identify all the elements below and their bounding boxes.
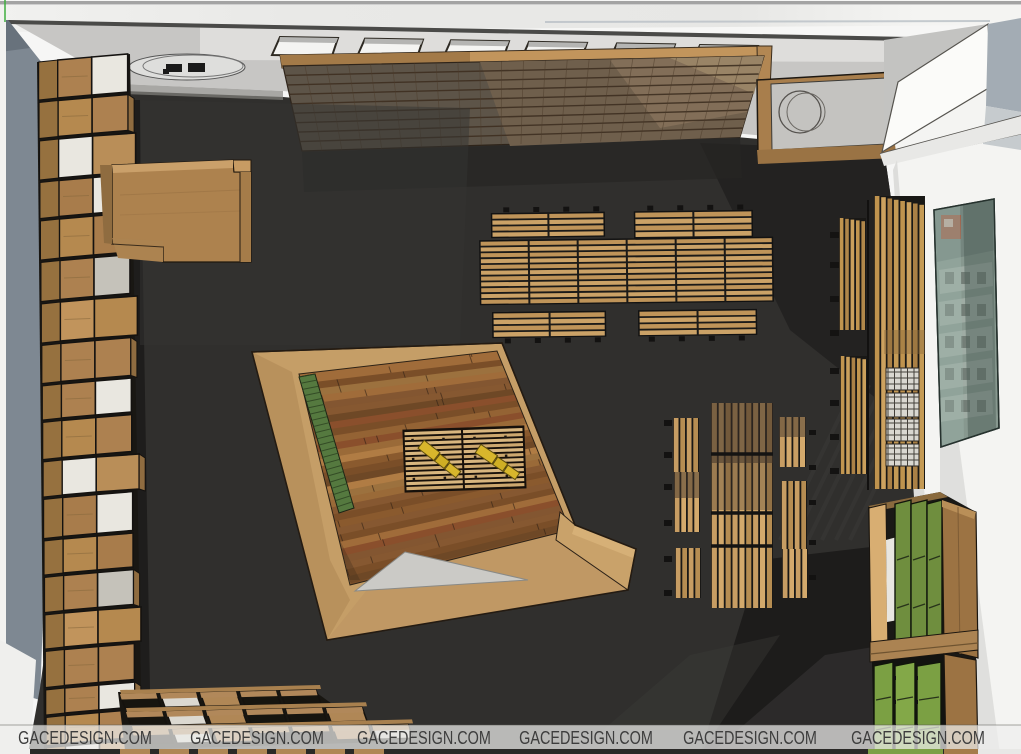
svg-text:GACEDESIGN.COM: GACEDESIGN.COM xyxy=(851,727,985,748)
svg-text:GACEDESIGN.COM: GACEDESIGN.COM xyxy=(683,727,817,748)
svg-text:GACEDESIGN.COM: GACEDESIGN.COM xyxy=(357,727,491,748)
svg-text:GACEDESIGN.COM: GACEDESIGN.COM xyxy=(18,727,152,748)
svg-text:GACEDESIGN.COM: GACEDESIGN.COM xyxy=(519,727,653,748)
svg-text:GACEDESIGN.COM: GACEDESIGN.COM xyxy=(190,727,324,748)
